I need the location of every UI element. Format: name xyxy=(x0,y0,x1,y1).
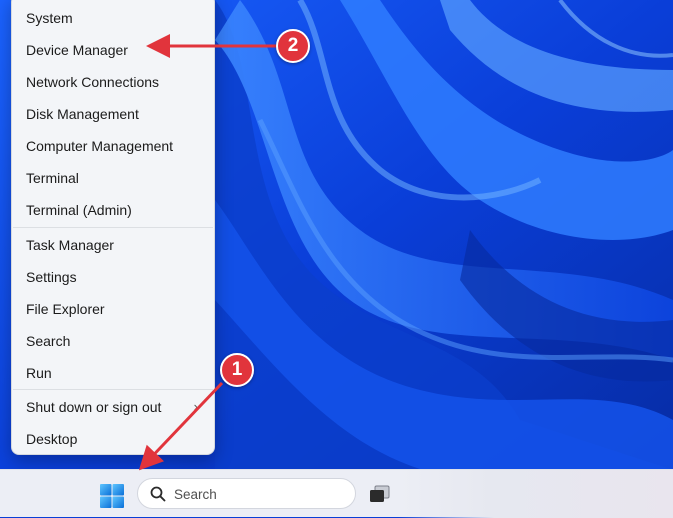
menu-item-label: Terminal xyxy=(26,170,79,186)
search-icon xyxy=(150,486,166,502)
menu-item-label: Task Manager xyxy=(26,237,114,253)
taskbar-search-box[interactable]: Search xyxy=(137,478,356,509)
menu-item-desktop[interactable]: Desktop xyxy=(12,424,214,454)
taskbar-tray-area xyxy=(398,470,673,518)
menu-item-terminal-admin[interactable]: Terminal (Admin) xyxy=(12,195,214,225)
menu-separator xyxy=(13,389,213,390)
menu-item-task-manager[interactable]: Task Manager xyxy=(12,230,214,260)
chevron-right-icon: › xyxy=(193,399,198,414)
menu-item-label: Run xyxy=(26,365,52,381)
task-view-button[interactable] xyxy=(368,484,392,504)
menu-item-label: Settings xyxy=(26,269,77,285)
menu-item-network-connections[interactable]: Network Connections xyxy=(12,67,214,97)
menu-item-label: System xyxy=(26,10,73,26)
menu-item-computer-management[interactable]: Computer Management xyxy=(12,131,214,161)
menu-item-label: Device Manager xyxy=(26,42,128,58)
menu-item-label: Shut down or sign out xyxy=(26,399,162,415)
taskbar: Search xyxy=(0,469,673,518)
menu-item-label: Terminal (Admin) xyxy=(26,202,132,218)
task-view-icon xyxy=(370,485,390,502)
menu-item-disk-management[interactable]: Disk Management xyxy=(12,99,214,129)
windows-logo-icon xyxy=(100,484,124,508)
winx-context-menu: System Device Manager Network Connection… xyxy=(11,0,215,455)
menu-item-shut-down[interactable]: Shut down or sign out › xyxy=(12,392,214,422)
menu-item-terminal[interactable]: Terminal xyxy=(12,163,214,193)
menu-item-system[interactable]: System xyxy=(12,3,214,33)
menu-item-label: File Explorer xyxy=(26,301,105,317)
menu-item-label: Network Connections xyxy=(26,74,160,90)
menu-item-settings[interactable]: Settings xyxy=(12,262,214,292)
menu-separator xyxy=(13,227,213,228)
menu-item-label: Desktop xyxy=(26,431,78,447)
menu-item-label: Computer Management xyxy=(26,138,174,154)
menu-item-search[interactable]: Search xyxy=(12,326,214,356)
start-button[interactable] xyxy=(99,483,125,509)
menu-item-run[interactable]: Run xyxy=(12,358,214,388)
menu-item-device-manager[interactable]: Device Manager xyxy=(12,35,214,65)
search-placeholder: Search xyxy=(174,487,217,502)
menu-item-label: Search xyxy=(26,333,71,349)
menu-item-label: Disk Management xyxy=(26,106,139,122)
menu-item-file-explorer[interactable]: File Explorer xyxy=(12,294,214,324)
